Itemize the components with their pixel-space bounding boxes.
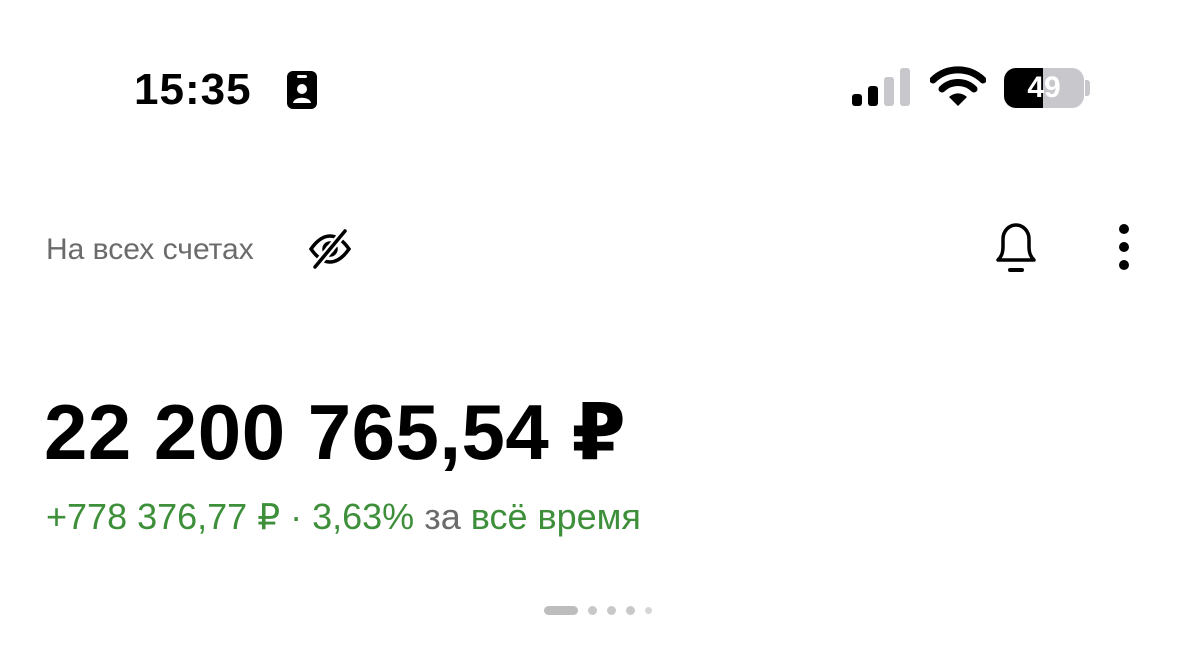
contact-card-icon xyxy=(287,71,317,109)
total-balance[interactable]: 22 200 765,54 ₽ xyxy=(44,384,626,480)
signal-bar xyxy=(884,77,894,106)
change-percent: 3,63% xyxy=(312,496,415,537)
signal-bar xyxy=(852,94,862,106)
accounts-label[interactable]: На всех счетах xyxy=(46,230,254,270)
battery-tip xyxy=(1085,80,1090,96)
screen: 15:35 49 На всех счетах 22 200 765,54 ₽ … xyxy=(0,0,1200,660)
signal-bar xyxy=(868,86,878,106)
period-selector[interactable]: всё время xyxy=(471,496,641,537)
battery-indicator: 49 xyxy=(1004,68,1084,108)
change-separator: · xyxy=(280,496,313,537)
pager-dot xyxy=(645,606,652,614)
balance-change: +778 376,77 ₽ · 3,63% за всё время xyxy=(46,495,641,539)
page-indicator[interactable] xyxy=(544,604,652,616)
pager-dot-active xyxy=(544,605,578,615)
signal-bar xyxy=(900,68,910,106)
period-prefix: за xyxy=(414,496,471,537)
pager-dot xyxy=(607,605,616,615)
more-vertical-icon[interactable] xyxy=(1110,222,1138,272)
change-amount: +778 376,77 ₽ xyxy=(46,496,281,537)
status-bar: 15:35 49 xyxy=(0,0,1200,180)
bell-icon[interactable] xyxy=(988,218,1044,276)
battery-level: 49 xyxy=(1027,71,1061,104)
eye-off-icon[interactable] xyxy=(308,227,352,271)
status-time: 15:35 xyxy=(134,65,252,114)
pager-dot xyxy=(626,605,635,615)
wifi-icon xyxy=(930,66,986,106)
cellular-signal-icon xyxy=(852,68,910,106)
pager-dot xyxy=(588,605,597,615)
